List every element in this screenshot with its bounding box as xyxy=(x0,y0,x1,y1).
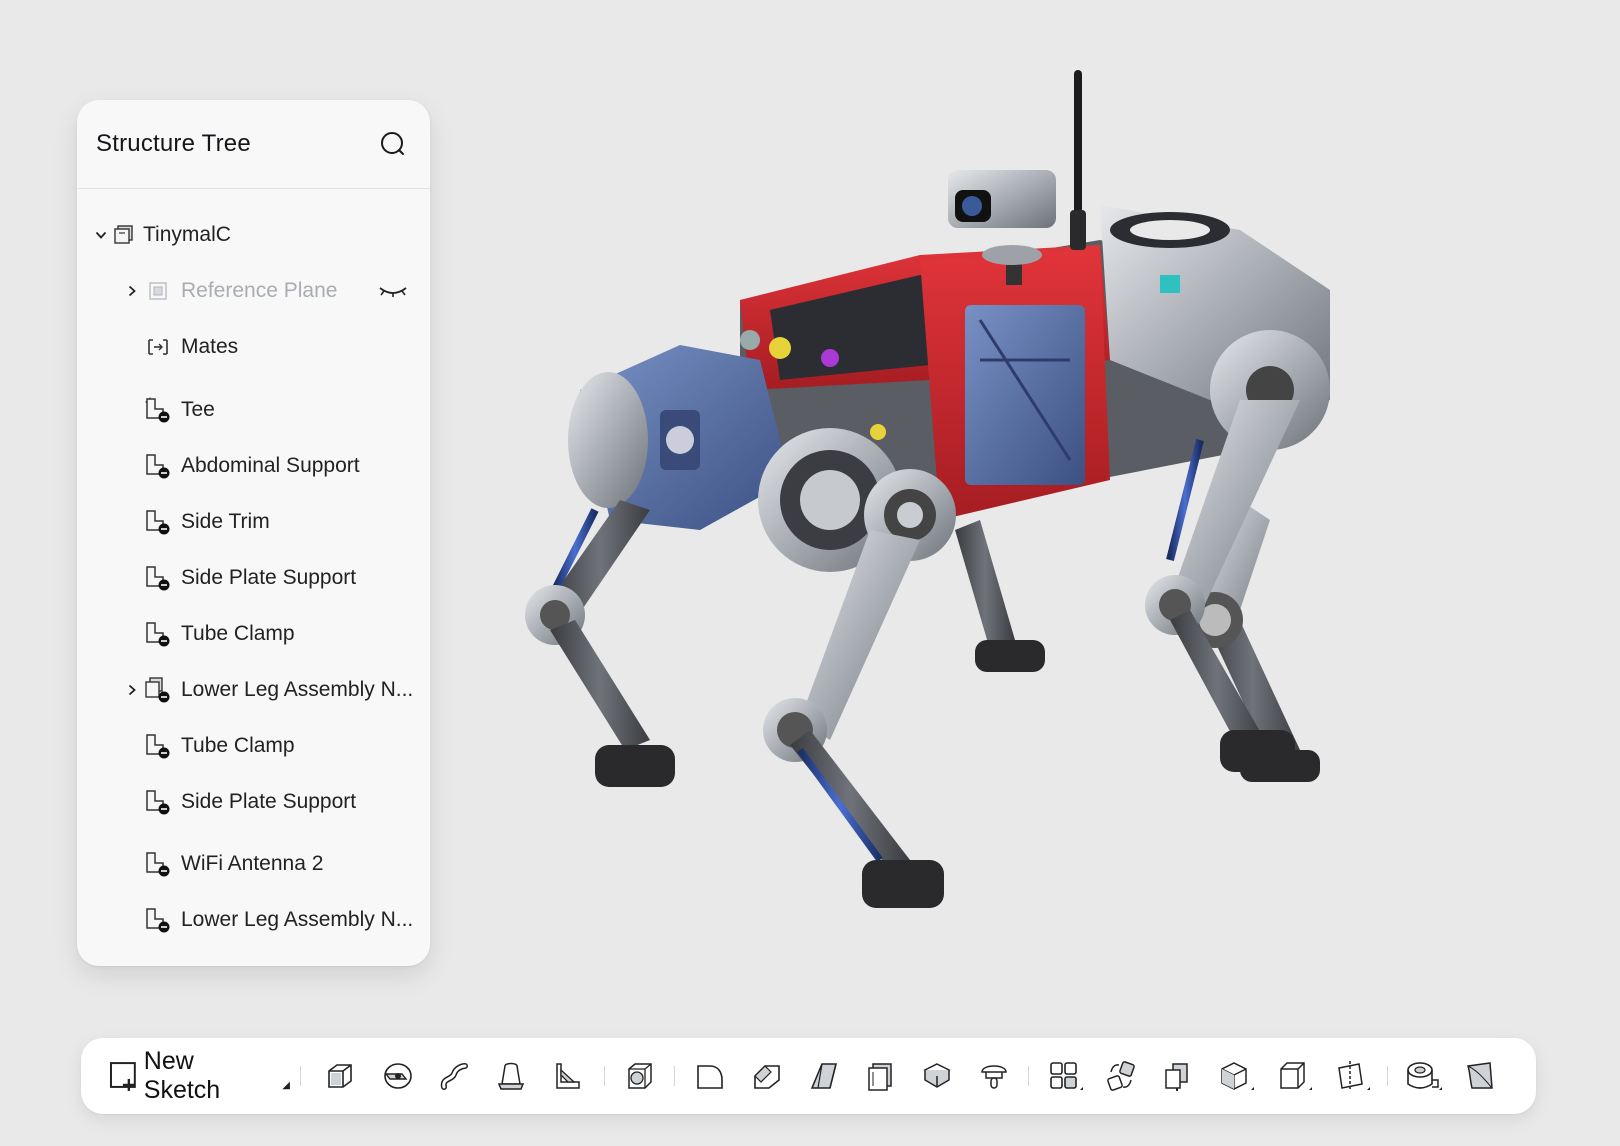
extrude-icon[interactable] xyxy=(318,1052,362,1100)
wifi-antenna xyxy=(1070,70,1086,250)
plane-icon xyxy=(144,277,172,305)
mirror-icon[interactable] xyxy=(1099,1052,1143,1100)
part-icon xyxy=(143,620,171,648)
search-icon[interactable] xyxy=(378,129,408,159)
toolbar-divider xyxy=(1028,1066,1029,1086)
front-far-leg xyxy=(525,500,675,787)
revolve-icon[interactable] xyxy=(376,1052,420,1100)
structure-tree-panel: Structure Tree TinymalC Reference Plane xyxy=(77,100,430,966)
tree-item-label: Lower Leg Assembly N... xyxy=(181,908,414,931)
3d-viewport[interactable] xyxy=(500,60,1400,960)
measure-icon[interactable] xyxy=(1399,1052,1449,1100)
chevron-down-icon[interactable] xyxy=(93,227,109,243)
chevron-right-icon[interactable] xyxy=(124,682,140,698)
feature-toolbar: New Sketch ◢ xyxy=(81,1038,1536,1114)
chevron-right-icon[interactable] xyxy=(124,283,140,299)
robot-dog-model[interactable] xyxy=(500,60,1400,960)
dropdown-caret-icon[interactable]: ◢ xyxy=(282,1080,290,1091)
tree-item-lower-leg-assembly-2[interactable]: Lower Leg Assembly N... xyxy=(77,898,430,942)
part-icon xyxy=(143,850,171,878)
new-sketch-label: New Sketch xyxy=(143,1047,221,1104)
toolbar-divider xyxy=(1387,1066,1388,1086)
tree-item-side-plate-support[interactable]: Side Plate Support xyxy=(77,556,430,600)
tree-item-label: Tube Clamp xyxy=(181,734,295,757)
tree-item-side-plate-support-2[interactable]: Side Plate Support xyxy=(77,780,430,824)
tree-item-label: WiFi Antenna 2 xyxy=(181,852,324,875)
tree-item-tinymalc[interactable]: TinymalC xyxy=(77,213,430,257)
part-icon xyxy=(143,564,171,592)
tree-item-label: Tee xyxy=(181,398,215,421)
section-plane-icon[interactable] xyxy=(1328,1052,1378,1100)
toolbar-divider xyxy=(300,1066,301,1086)
tree-item-abdominal-support[interactable]: Abdominal Support xyxy=(77,444,430,488)
part-icon xyxy=(143,732,171,760)
tree-item-label: Side Trim xyxy=(181,510,270,533)
part-icon xyxy=(143,452,171,480)
tree-item-tee[interactable]: Tee xyxy=(77,388,430,432)
pattern-icon[interactable] xyxy=(1041,1052,1091,1100)
mates-icon xyxy=(144,333,172,361)
box-primitive-icon[interactable] xyxy=(1270,1052,1320,1100)
sweep-icon[interactable] xyxy=(432,1052,476,1100)
surface-icon[interactable] xyxy=(1458,1052,1502,1100)
part-icon xyxy=(143,508,171,536)
eye-closed-icon[interactable] xyxy=(378,281,408,301)
tree-header: Structure Tree xyxy=(77,100,430,189)
toolbar-divider xyxy=(604,1066,605,1086)
tree-title: Structure Tree xyxy=(96,130,251,157)
front-right-leg xyxy=(955,520,1045,672)
tree-item-label: Tube Clamp xyxy=(181,622,295,645)
chamfer-icon[interactable] xyxy=(745,1052,789,1100)
toolbar-divider xyxy=(674,1066,675,1086)
part-icon xyxy=(143,396,171,424)
fillet-icon[interactable] xyxy=(688,1052,732,1100)
tree-item-label: Reference Plane xyxy=(181,279,338,302)
part-icon xyxy=(143,788,171,816)
combine-icon[interactable] xyxy=(1212,1052,1262,1100)
thicken-icon[interactable] xyxy=(858,1052,902,1100)
tree-item-label: Lower Leg Assembly N... xyxy=(181,678,414,701)
tree-item-reference-plane[interactable]: Reference Plane xyxy=(77,269,430,313)
part-icon xyxy=(143,906,171,934)
tree-item-mates[interactable]: Mates xyxy=(77,325,430,369)
tree-item-label: Mates xyxy=(181,335,239,358)
draft-icon[interactable] xyxy=(802,1052,846,1100)
tree-item-label: Side Plate Support xyxy=(181,566,357,589)
assembly-icon xyxy=(110,221,138,249)
tree-item-wifi-antenna-2[interactable]: WiFi Antenna 2 xyxy=(77,842,430,886)
tree-item-label: TinymalC xyxy=(143,223,231,246)
tree-item-tube-clamp[interactable]: Tube Clamp xyxy=(77,612,430,656)
tree-item-label: Side Plate Support xyxy=(181,790,357,813)
tree-item-side-trim[interactable]: Side Trim xyxy=(77,500,430,544)
hole-icon[interactable] xyxy=(972,1052,1016,1100)
tree-item-lower-leg-assembly[interactable]: Lower Leg Assembly N... xyxy=(77,668,430,712)
new-sketch-icon xyxy=(109,1062,136,1091)
shell-icon[interactable] xyxy=(618,1052,662,1100)
loft-icon[interactable] xyxy=(489,1052,533,1100)
front-left-leg xyxy=(758,428,956,908)
rib-icon[interactable] xyxy=(546,1052,590,1100)
subassembly-icon xyxy=(143,676,171,704)
tree-item-label: Abdominal Support xyxy=(181,454,360,477)
move-body-icon[interactable] xyxy=(1155,1052,1199,1100)
split-icon[interactable] xyxy=(915,1052,959,1100)
new-sketch-button[interactable]: New Sketch ◢ xyxy=(108,1047,290,1104)
tree-item-tube-clamp-2[interactable]: Tube Clamp xyxy=(77,724,430,768)
